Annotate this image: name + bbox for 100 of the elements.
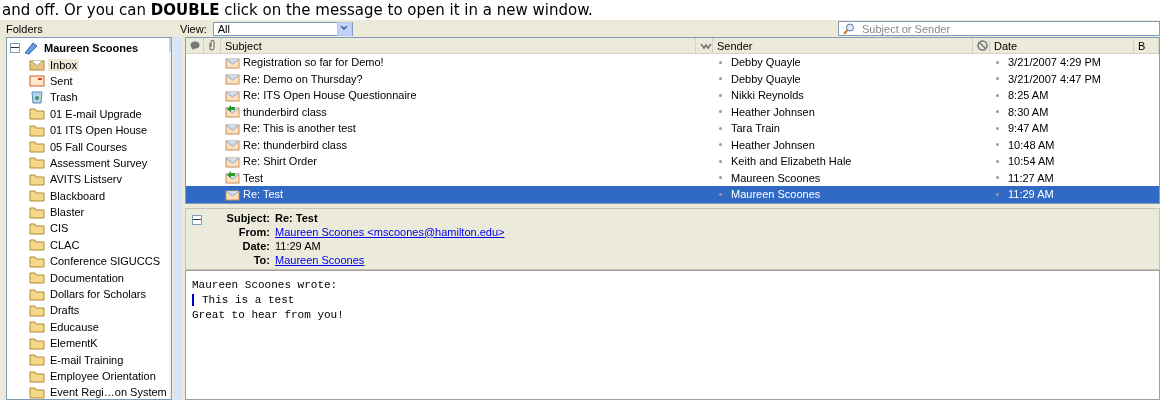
scrollbar[interactable]: [168, 38, 171, 399]
folder-item[interactable]: Event Regi…on System: [48, 386, 169, 399]
date-text: 11:29 AM: [1008, 188, 1054, 201]
folder-icon: [29, 385, 45, 399]
folder-item[interactable]: Inbox: [48, 58, 79, 71]
folder-item[interactable]: 01 E-mail Upgrade: [48, 107, 144, 120]
header-label: Date:: [241, 239, 270, 252]
sender-text: Maureen Scoones: [731, 188, 821, 201]
envelope-icon: [225, 154, 240, 168]
date-text: 8:30 AM: [1008, 105, 1049, 118]
folder-icon: [29, 353, 45, 367]
inbox-icon: [29, 58, 45, 72]
header-value: Re: Test: [275, 211, 318, 224]
trash-icon: [29, 90, 45, 104]
header-link[interactable]: Maureen Scoones <mscoones@hamilton.edu>: [275, 225, 505, 238]
folder-item[interactable]: Blackboard: [48, 189, 108, 202]
search-field[interactable]: Subject or Sender: [838, 21, 1160, 36]
folder-icon: [29, 140, 45, 154]
sender-text: Debby Quayle: [731, 56, 801, 69]
envelope-icon: [225, 121, 240, 135]
folder-item[interactable]: 01 ITS Open House: [48, 124, 150, 137]
folders-label: Folders: [5, 22, 44, 35]
envelope-icon: [225, 72, 240, 86]
envelope-icon: [225, 187, 240, 201]
folder-item[interactable]: AVITS Listserv: [48, 173, 124, 186]
header-link[interactable]: Maureen Scoones: [275, 253, 365, 266]
folder-item[interactable]: 05 Fall Courses: [48, 140, 130, 153]
folder-item[interactable]: Educause: [48, 320, 101, 333]
folder-icon: [29, 369, 45, 383]
folder-item[interactable]: Employee Orientation: [48, 370, 158, 382]
body-text: Great to hear from you!: [192, 308, 345, 321]
folder-icon: [29, 254, 45, 268]
subject-text: Re: Demo on Thursday?: [243, 72, 363, 85]
collapse-toggle[interactable]: [10, 43, 20, 54]
folder-item[interactable]: ElementK: [48, 337, 100, 350]
folder-item[interactable]: Dollars for Scholars: [48, 288, 148, 301]
folder-icon: [29, 123, 45, 137]
caret-icon: [336, 21, 352, 36]
folder-item[interactable]: Conference SIGUCCS: [48, 255, 163, 268]
body-text: Maureen Scoones wrote:: [192, 278, 339, 291]
sender-text: Tara Train: [731, 122, 780, 135]
folder-item[interactable]: Drafts: [48, 304, 82, 317]
column-header[interactable]: Subject: [221, 38, 696, 53]
folder-item[interactable]: Assessment Survey: [48, 156, 150, 169]
folder-icon: [29, 336, 45, 350]
folder-item[interactable]: CIS: [48, 222, 71, 235]
replied-envelope-icon: [225, 105, 240, 119]
view-dropdown[interactable]: All: [212, 21, 353, 36]
folder-item[interactable]: Documentation: [48, 271, 126, 284]
message-row[interactable]: Re: Test Maureen Scoones 11:29 AM: [186, 186, 1159, 203]
status-icon: [977, 40, 988, 51]
date-text: 10:48 AM: [1008, 138, 1055, 151]
collapse-toggle[interactable]: [192, 214, 202, 225]
account-icon: [23, 41, 39, 55]
subject-text: thunderbird class: [243, 105, 327, 118]
sender-text: Maureen Scoones: [731, 171, 821, 184]
folder-item[interactable]: Blaster: [48, 206, 87, 219]
sender-text: Debby Quayle: [731, 72, 801, 85]
envelope-icon: [225, 55, 240, 69]
subject-text: Test: [243, 171, 264, 184]
subject-text: Re: Test: [243, 188, 284, 201]
speech-bubble-icon: [190, 41, 200, 50]
folder-item[interactable]: Sent: [48, 74, 75, 87]
folder-item[interactable]: E-mail Training: [48, 353, 126, 366]
date-text: 3/21/2007 4:29 PM: [1008, 56, 1101, 69]
date-text: 3/21/2007 4:47 PM: [1008, 72, 1101, 85]
folder-icon: [29, 271, 45, 285]
header-value: 11:29 AM: [275, 239, 321, 252]
header-label: From:: [237, 225, 270, 238]
sender-text: Nikki Reynolds: [731, 89, 804, 102]
header-label: To:: [252, 253, 270, 266]
folder-icon: [29, 172, 45, 186]
folder-icon: [29, 156, 45, 170]
folder-icon: [29, 205, 45, 219]
folder-icon: [29, 320, 45, 334]
account-name[interactable]: Maureen Scoones: [42, 42, 141, 55]
column-header[interactable]: B: [1134, 38, 1159, 53]
column-header[interactable]: Sender: [713, 38, 973, 53]
date-text: 11:27 AM: [1008, 171, 1054, 184]
date-text: 8:25 AM: [1008, 89, 1049, 102]
folder-icon: [29, 238, 45, 252]
column-header[interactable]: Date: [990, 38, 1134, 53]
caption-text: and off. Or you can DOUBLE click on the message to open it in a new window.: [1, 0, 594, 20]
folder-icon: [29, 189, 45, 203]
folder-icon: [29, 287, 45, 301]
folder-icon: [29, 107, 45, 121]
replied-envelope-icon: [225, 171, 240, 185]
sender-text: Keith and Elizabeth Hale: [731, 155, 852, 168]
sender-text: Heather Johnsen: [731, 138, 815, 151]
folder-item[interactable]: Trash: [48, 91, 80, 104]
subject-text: Registration so far for Demo!: [243, 56, 384, 69]
subject-text: Re: ITS Open House Questionnaire: [243, 89, 417, 102]
quoted-text: This is a test: [192, 293, 1153, 306]
junk-icon: [700, 41, 712, 50]
header-label: Subject:: [225, 211, 270, 224]
paperclip-icon: [208, 40, 216, 51]
sender-text: Heather Johnsen: [731, 105, 815, 118]
date-text: 10:54 AM: [1008, 155, 1055, 168]
envelope-icon: [225, 88, 240, 102]
folder-item[interactable]: CLAC: [48, 238, 82, 251]
